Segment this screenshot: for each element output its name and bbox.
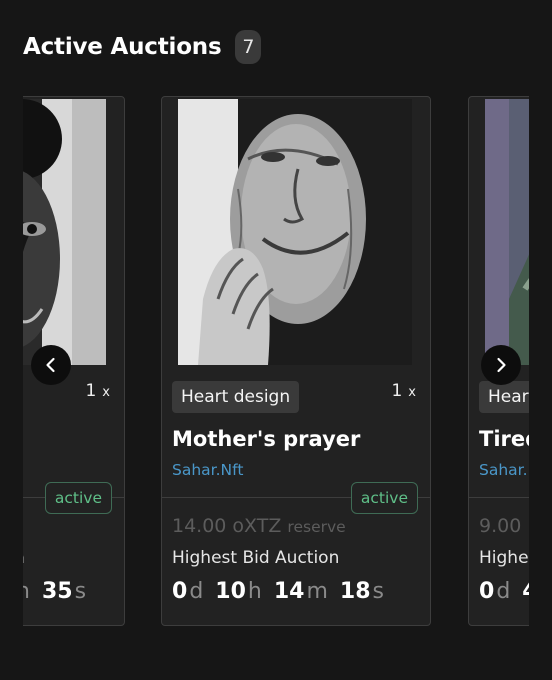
- countdown-timer: h35s: [23, 579, 87, 604]
- reserve-price: 14.00 oXTZ reserve: [172, 515, 346, 537]
- reserve-price: e: [23, 515, 24, 537]
- section-header: Active Auctions 7: [23, 30, 262, 64]
- artwork-title[interactable]: Mother's prayer: [172, 427, 360, 451]
- edition-quantity: 1x: [85, 381, 110, 401]
- edition-quantity: 1x: [391, 381, 416, 401]
- auction-type: Highe: [479, 548, 529, 568]
- status-badge: active: [350, 482, 418, 514]
- auction-card[interactable]: Heart design 1x Mother's prayer Sahar.Nf…: [161, 96, 431, 626]
- category-tag[interactable]: Heart: [479, 381, 529, 413]
- artwork-image[interactable]: [178, 99, 412, 365]
- status-badge: active: [44, 482, 112, 514]
- auction-type: Highest Bid Auction: [172, 548, 340, 568]
- countdown-timer: 0d 10h 14m 18s: [172, 579, 385, 604]
- count-badge: 7: [235, 30, 262, 64]
- countdown-timer: 0d4: [479, 579, 529, 604]
- carousel-next-button[interactable]: [481, 345, 521, 385]
- reserve-price: 9.00: [479, 515, 522, 537]
- carousel-prev-button[interactable]: [31, 345, 71, 385]
- chevron-left-icon: [42, 356, 60, 374]
- category-tag[interactable]: Heart design: [172, 381, 300, 413]
- chevron-right-icon: [492, 356, 510, 374]
- artist-link[interactable]: Sahar.Nft: [172, 461, 243, 479]
- auction-carousel[interactable]: 1x active e n h35s: [23, 96, 529, 636]
- artwork-image[interactable]: [485, 99, 529, 365]
- artwork-image[interactable]: [23, 99, 106, 365]
- card-divider: [469, 497, 529, 498]
- artist-link[interactable]: Sahar.N: [479, 461, 529, 479]
- page-title: Active Auctions: [23, 34, 222, 60]
- artwork-title[interactable]: Tired: [479, 427, 529, 451]
- auction-type: n: [23, 548, 25, 568]
